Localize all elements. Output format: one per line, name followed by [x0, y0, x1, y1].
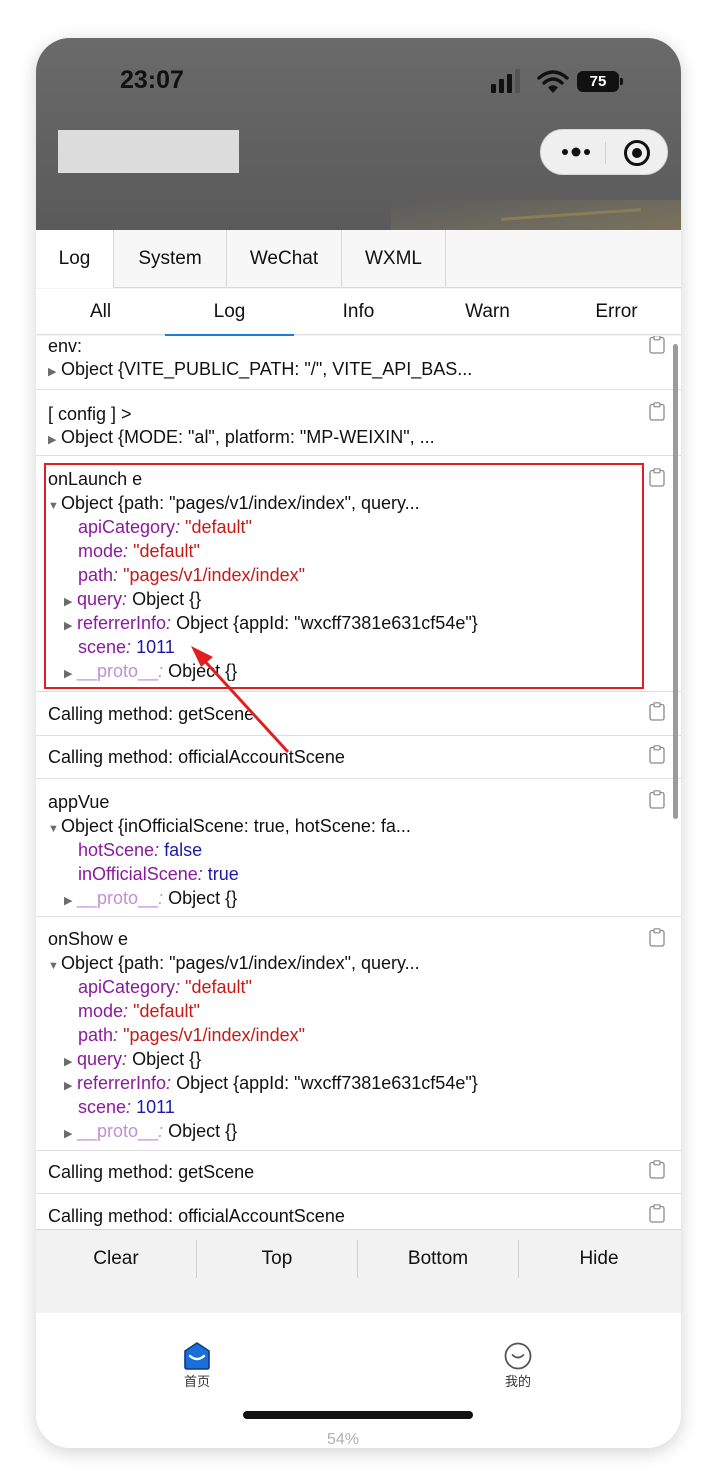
- clipboard-icon[interactable]: [649, 468, 665, 487]
- zoom-level: 54%: [327, 1431, 360, 1448]
- clipboard-icon[interactable]: [649, 336, 665, 354]
- tab-wxml[interactable]: WXML: [342, 230, 446, 288]
- battery-icon: 75: [577, 71, 623, 92]
- clipboard-icon[interactable]: [649, 1204, 665, 1223]
- prop-inofficialscene: inOfficialScene: true: [78, 864, 239, 884]
- tabbar-item-home[interactable]: 首页: [157, 1335, 237, 1395]
- log-entry-config: [ config ] > ▶ Object {MODE: "al", platfo…: [36, 390, 681, 456]
- log-entry-call-getscene: Calling method: getScene: [36, 692, 681, 736]
- log-object-row[interactable]: ▼ Object {path: "pages/v1/index/index", q…: [48, 951, 420, 978]
- menu-capsule: [540, 129, 668, 175]
- log-object-row[interactable]: ▼ Object {inOfficialScene: true, hotScene…: [48, 814, 411, 841]
- prop-proto[interactable]: ▶ __proto__: Object {}: [64, 886, 237, 913]
- home-icon: [184, 1342, 210, 1370]
- filter-error[interactable]: Error: [552, 289, 681, 335]
- console-actions: Clear Top Bottom Hide: [36, 1229, 681, 1313]
- tab-log[interactable]: Log: [36, 230, 114, 288]
- prop-hotscene: hotScene: false: [78, 840, 203, 860]
- prop-apicategory: apiCategory: "default": [78, 977, 252, 997]
- log-message: Calling method: getScene: [48, 1162, 255, 1182]
- clipboard-icon[interactable]: [649, 702, 665, 721]
- prop-referrerinfo[interactable]: ▶ referrerInfo: Object {appId: "wxcff7381…: [64, 1071, 478, 1098]
- log-entry-appvue: appVue ▼ Object {inOfficialScene: true, h…: [36, 779, 681, 917]
- clear-button[interactable]: Clear: [36, 1230, 196, 1288]
- log-list[interactable]: env: ▶ Object {VITE_PUBLIC_PATH: "/", VIT…: [36, 336, 681, 1229]
- log-message: Calling method: getScene: [48, 704, 255, 724]
- smile-icon: [504, 1342, 532, 1370]
- signal-icon: [491, 69, 525, 95]
- clipboard-icon[interactable]: [649, 928, 665, 947]
- app-header: 23:07 75: [36, 38, 681, 230]
- bottom-button[interactable]: Bottom: [358, 1230, 518, 1288]
- status-time: 23:07: [120, 66, 184, 94]
- log-object-row[interactable]: ▶ Object {MODE: "al", platform: "MP-WEIXI…: [48, 425, 435, 452]
- log-entry-call-officialaccountscene-2: Calling method: officialAccountScene: [36, 1194, 681, 1229]
- tabbar-label-mine: 我的: [504, 1374, 531, 1389]
- filter-log[interactable]: Log: [165, 289, 294, 336]
- log-message: Calling method: officialAccountScene: [48, 747, 345, 767]
- highlight-box: [44, 463, 644, 689]
- log-scrollbar[interactable]: [673, 344, 678, 819]
- phone-frame: 23:07 75 Log System WeChat WXML All Log …: [36, 38, 681, 1448]
- log-title: appVue: [48, 792, 110, 812]
- clipboard-icon[interactable]: [649, 745, 665, 764]
- prop-scene: scene: 1011: [78, 1097, 175, 1117]
- log-title: env:: [48, 336, 83, 356]
- prop-query[interactable]: ▶ query: Object {}: [64, 1047, 201, 1074]
- home-indicator: [243, 1411, 473, 1419]
- log-filter-tabs: All Log Info Warn Error: [36, 289, 681, 336]
- filter-all[interactable]: All: [36, 289, 165, 335]
- status-icons: 75: [491, 69, 623, 95]
- prop-mode: mode: "default": [78, 1001, 200, 1021]
- log-entry-env: env: ▶ Object {VITE_PUBLIC_PATH: "/", VIT…: [36, 336, 681, 390]
- clipboard-icon[interactable]: [649, 402, 665, 421]
- wifi-icon: [537, 70, 569, 93]
- log-object-row[interactable]: ▶ Object {VITE_PUBLIC_PATH: "/", VITE_API…: [48, 357, 472, 384]
- tab-wechat[interactable]: WeChat: [227, 230, 342, 288]
- log-entry-onshow: onShow e ▼ Object {path: "pages/v1/index/…: [36, 917, 681, 1151]
- log-entry-call-getscene-2: Calling method: getScene: [36, 1151, 681, 1194]
- log-entry-call-officialaccountscene: Calling method: officialAccountScene: [36, 736, 681, 779]
- log-message: Calling method: officialAccountScene: [48, 1206, 345, 1226]
- hide-button[interactable]: Hide: [519, 1230, 679, 1288]
- debug-tabs: Log System WeChat WXML: [36, 230, 681, 288]
- top-button[interactable]: Top: [197, 1230, 357, 1288]
- more-icon[interactable]: [559, 142, 593, 162]
- clipboard-icon[interactable]: [649, 790, 665, 809]
- clipboard-icon[interactable]: [649, 1160, 665, 1179]
- log-title: onShow e: [48, 929, 129, 949]
- tabbar-label-home: 首页: [183, 1374, 210, 1389]
- prop-proto[interactable]: ▶ __proto__: Object {}: [64, 1119, 237, 1146]
- tab-system[interactable]: System: [114, 230, 227, 288]
- app-tabbar: 首页 我的: [36, 1313, 681, 1448]
- filter-info[interactable]: Info: [294, 289, 423, 335]
- target-icon[interactable]: [623, 139, 651, 167]
- filter-warn[interactable]: Warn: [423, 289, 552, 335]
- page-title-redacted: [58, 130, 239, 173]
- prop-path: path: "pages/v1/index/index": [78, 1025, 305, 1045]
- tabbar-item-mine[interactable]: 我的: [478, 1335, 558, 1395]
- log-title: [ config ] >: [48, 404, 132, 424]
